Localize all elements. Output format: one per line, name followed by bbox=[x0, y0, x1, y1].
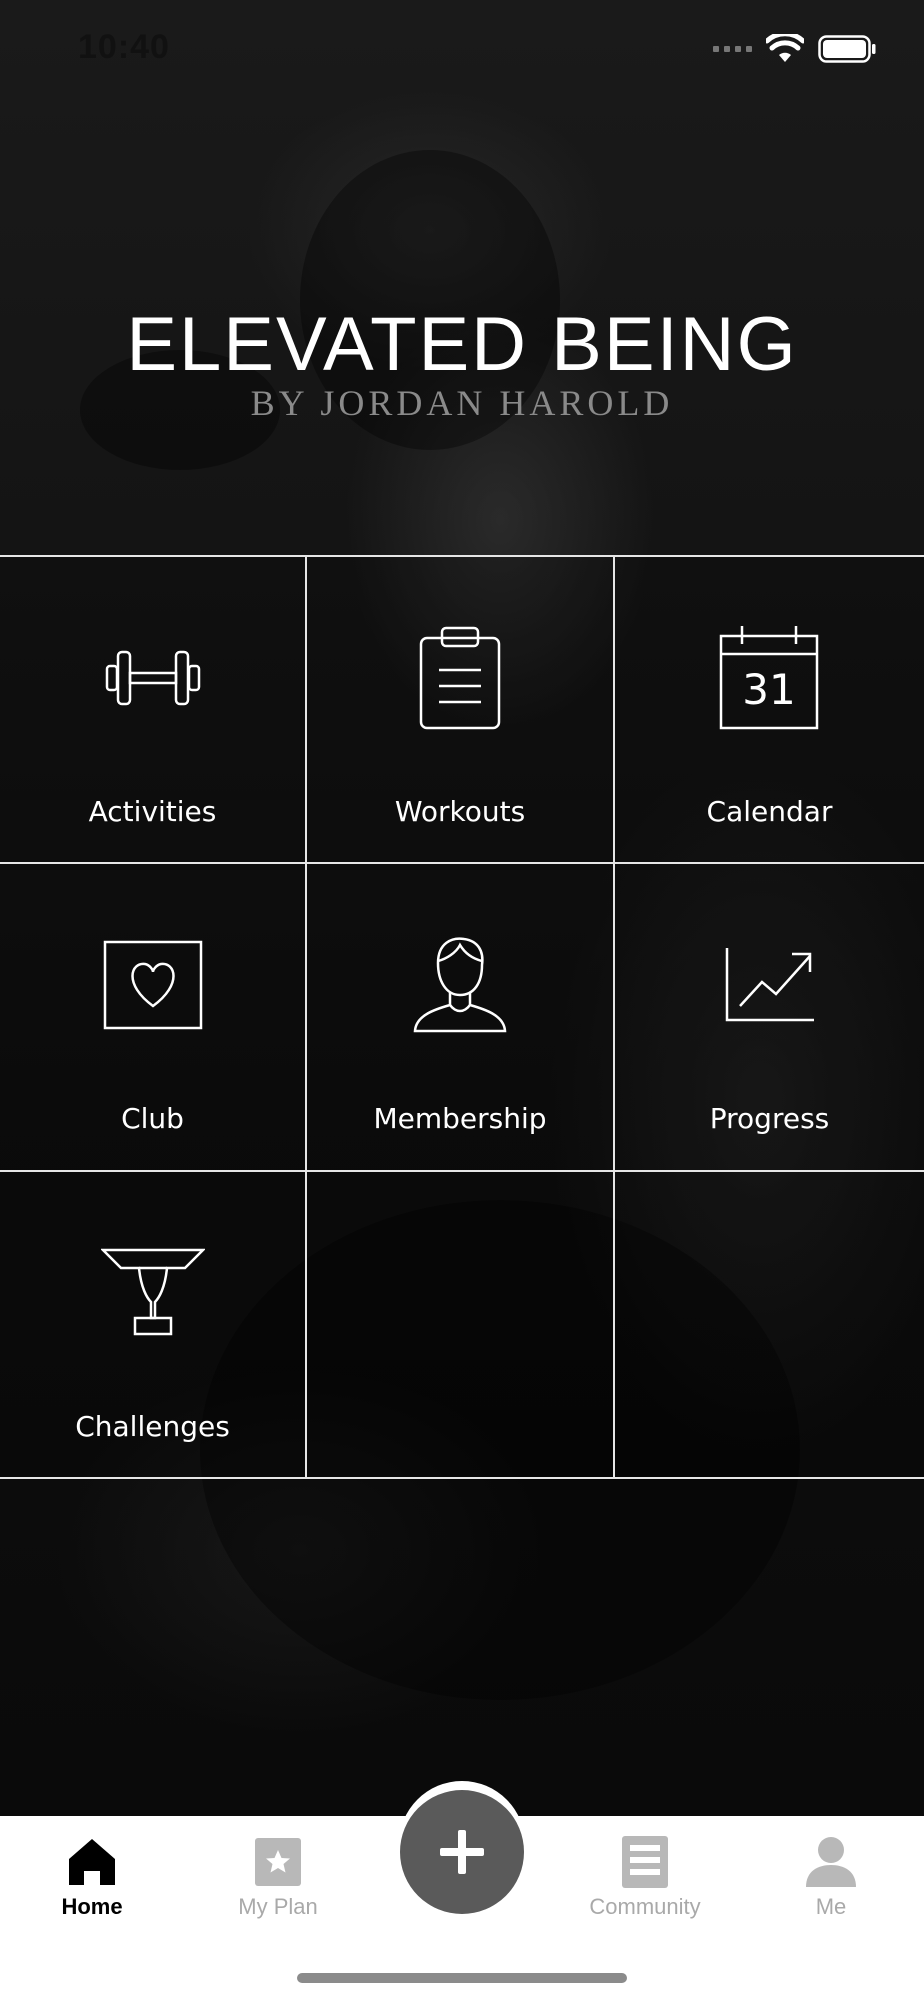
tile-membership[interactable]: Membership bbox=[307, 864, 615, 1172]
tile-activities[interactable]: Activities bbox=[0, 557, 307, 864]
calendar-icon: 31 bbox=[715, 623, 825, 733]
tile-label: Club bbox=[121, 1102, 184, 1135]
brand-title: ELEVATED BEING bbox=[126, 302, 798, 387]
tile-label: Challenges bbox=[75, 1410, 230, 1443]
star-square-icon bbox=[248, 1832, 308, 1892]
tile-progress[interactable]: Progress bbox=[615, 864, 924, 1172]
tab-label: Me bbox=[815, 1894, 847, 1919]
home-icon bbox=[62, 1832, 122, 1892]
user-icon bbox=[801, 1832, 861, 1892]
tab-label: Community bbox=[589, 1894, 701, 1919]
menu-grid: Activities Workouts 31 Calendar Club Mem… bbox=[0, 555, 924, 1479]
plus-icon bbox=[440, 1830, 484, 1874]
trophy-icon bbox=[98, 1238, 208, 1348]
tab-home[interactable]: Home bbox=[17, 1816, 167, 1936]
tile-empty bbox=[615, 1172, 924, 1477]
tab-label: Home bbox=[61, 1894, 123, 1919]
tile-label: Progress bbox=[709, 1102, 830, 1135]
cellular-signal-icon bbox=[713, 46, 752, 52]
brand-logo: ELEVATED BEING BY JORDAN HAROLD bbox=[0, 300, 924, 424]
tile-label: Activities bbox=[88, 795, 217, 828]
tile-club[interactable]: Club bbox=[0, 864, 307, 1172]
battery-icon bbox=[818, 35, 876, 63]
heart-box-icon bbox=[98, 930, 208, 1040]
dumbbell-icon bbox=[98, 623, 208, 733]
tile-label: Workouts bbox=[394, 795, 526, 828]
tile-calendar[interactable]: 31 Calendar bbox=[615, 557, 924, 864]
status-icons bbox=[713, 34, 876, 64]
tab-me[interactable]: Me bbox=[756, 1816, 906, 1936]
document-icon bbox=[615, 1832, 675, 1892]
home-indicator[interactable] bbox=[297, 1973, 627, 1983]
tab-label: My Plan bbox=[238, 1894, 318, 1919]
tile-label: Membership bbox=[373, 1102, 547, 1135]
status-bar: 10:40 bbox=[0, 0, 924, 100]
tile-workouts[interactable]: Workouts bbox=[307, 557, 615, 864]
tab-community[interactable]: Community bbox=[570, 1816, 720, 1936]
add-button[interactable] bbox=[400, 1790, 524, 1914]
tile-label: Calendar bbox=[706, 795, 833, 828]
person-icon bbox=[405, 930, 515, 1040]
status-time: 10:40 bbox=[78, 28, 170, 66]
tab-my-plan[interactable]: My Plan bbox=[203, 1816, 353, 1936]
chart-trend-icon bbox=[715, 930, 825, 1040]
wifi-icon bbox=[766, 34, 804, 62]
tile-empty bbox=[307, 1172, 615, 1477]
svg-text:31: 31 bbox=[742, 665, 795, 714]
tile-challenges[interactable]: Challenges bbox=[0, 1172, 307, 1477]
clipboard-icon bbox=[405, 623, 515, 733]
